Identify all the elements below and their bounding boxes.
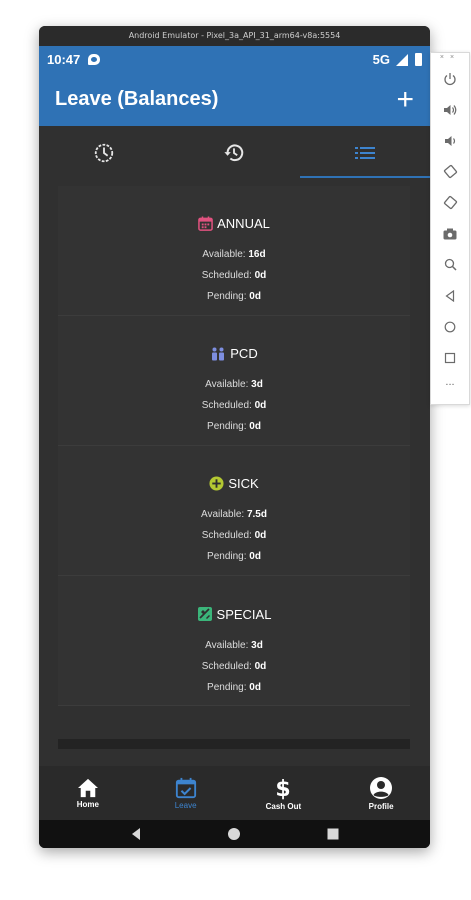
scheduled-row: Scheduled: 0d [201,400,267,411]
zoom-icon [444,258,457,271]
toolbar-window-controls[interactable]: ×× [440,53,460,63]
back-triangle-icon[interactable] [129,827,143,841]
back-icon [445,289,455,302]
balance-name: PCD [230,346,258,361]
balances-list: ANNUAL Available: 16d Scheduled: 0d Pend… [58,186,410,706]
scheduled-row: Scheduled: 0d [201,530,267,541]
balance-card-pcd: PCD Available: 3d Scheduled: 0d Pending:… [58,316,410,446]
scheduled-row: Scheduled: 0d [201,661,267,672]
back-button[interactable] [430,280,470,311]
available-row: Available: 3d [205,640,263,651]
status-time: 10:47 [47,52,81,67]
available-row: Available: 7.5d [201,509,267,520]
nav-cash-out[interactable]: $ Cash Out [235,766,333,820]
scheduled-row: Scheduled: 0d [201,270,267,281]
system-navigation [39,820,430,848]
status-bar: 10:47 5G [39,46,430,73]
home-button[interactable] [430,311,470,342]
horizontal-scrollbar[interactable] [58,739,410,749]
rotate-right-icon [443,195,457,210]
tab-balances[interactable] [300,126,430,179]
special-icon [197,607,212,621]
calendar-check-icon [175,777,196,798]
home-icon [77,778,98,797]
rotate-left-button[interactable] [430,156,470,187]
scheduled-value: 0d [254,530,267,541]
camera-icon [443,228,457,239]
available-value: 3d [251,379,263,390]
balance-name: SPECIAL [216,606,272,622]
home-circle-icon[interactable] [227,827,241,841]
rotate-left-icon [443,164,457,179]
svg-text:$: $ [276,777,291,800]
nav-profile[interactable]: Profile [332,766,430,820]
tab-bar [39,126,430,179]
pending-value: 0d [249,291,261,302]
screenshot-button[interactable] [430,218,470,249]
nav-leave[interactable]: Leave [137,766,235,820]
nav-label: Profile [368,801,394,811]
pending-row: Pending: 0d [207,421,261,432]
scheduled-value: 0d [254,270,267,281]
balance-card-sick: SICK Available: 7.5d Scheduled: 0d Pendi… [58,446,410,576]
app-bar: Leave (Balances) + [39,73,430,126]
rotate-right-button[interactable] [430,187,470,218]
pending-value: 0d [249,682,261,693]
available-row: Available: 3d [205,379,263,390]
pending-value: 0d [249,421,261,432]
add-button[interactable]: + [396,84,414,114]
network-type: 5G [372,52,390,67]
balance-name: ANNUAL [217,216,270,231]
volume-down-button[interactable] [430,125,470,156]
people-icon [212,347,225,360]
home-circle-outline-icon [444,321,456,332]
available-value: 7.5d [246,509,267,520]
nav-label: Home [76,799,99,809]
battery-icon [415,53,422,66]
power-icon [444,72,456,85]
available-row: Available: 16d [202,249,266,260]
balance-card-special: SPECIAL Available: 3d Scheduled: 0d Pend… [58,576,410,706]
overview-icon [444,352,456,363]
history-icon [224,143,244,161]
clock-icon [94,143,114,162]
overview-button[interactable] [430,342,470,373]
scheduled-value: 0d [254,661,267,672]
volume-up-icon [444,104,457,115]
zoom-button[interactable] [430,249,470,280]
volume-up-button[interactable] [430,94,470,125]
more-button[interactable]: ... [445,373,454,395]
power-button[interactable] [430,63,470,94]
tab-current[interactable] [39,126,169,179]
emulator-toolbar: ×× ... [430,52,470,405]
signal-icon [396,53,408,66]
nav-label: Cash Out [265,801,302,811]
pending-value: 0d [249,551,261,562]
available-value: 3d [251,640,263,651]
scheduled-value: 0d [254,400,267,411]
notification-icon [88,54,101,65]
pending-row: Pending: 0d [207,551,261,562]
nav-home[interactable]: Home [39,766,137,820]
dollar-icon: $ [276,777,291,800]
tab-history[interactable] [169,126,299,179]
overview-square-icon[interactable] [326,827,340,841]
pending-row: Pending: 0d [207,291,261,302]
phone-screen: 10:47 5G Leave (Balances) + ANNUAL Avail… [39,46,430,848]
plus-circle-icon [209,476,224,491]
bottom-navigation: Home Leave $ Cash Out Profile [39,766,430,820]
list-icon [354,146,375,159]
emulator-window: Android Emulator - Pixel_3a_API_31_arm64… [39,26,430,848]
calendar-icon [198,216,213,231]
balance-name: SICK [228,476,259,491]
balance-card-annual: ANNUAL Available: 16d Scheduled: 0d Pend… [58,186,410,316]
emulator-title: Android Emulator - Pixel_3a_API_31_arm64… [39,26,430,46]
volume-down-icon [445,135,456,146]
nav-label: Leave [174,800,197,810]
pending-row: Pending: 0d [207,682,261,693]
available-value: 16d [248,249,266,260]
page-title: Leave (Balances) [55,88,219,110]
account-circle-icon [370,776,393,799]
